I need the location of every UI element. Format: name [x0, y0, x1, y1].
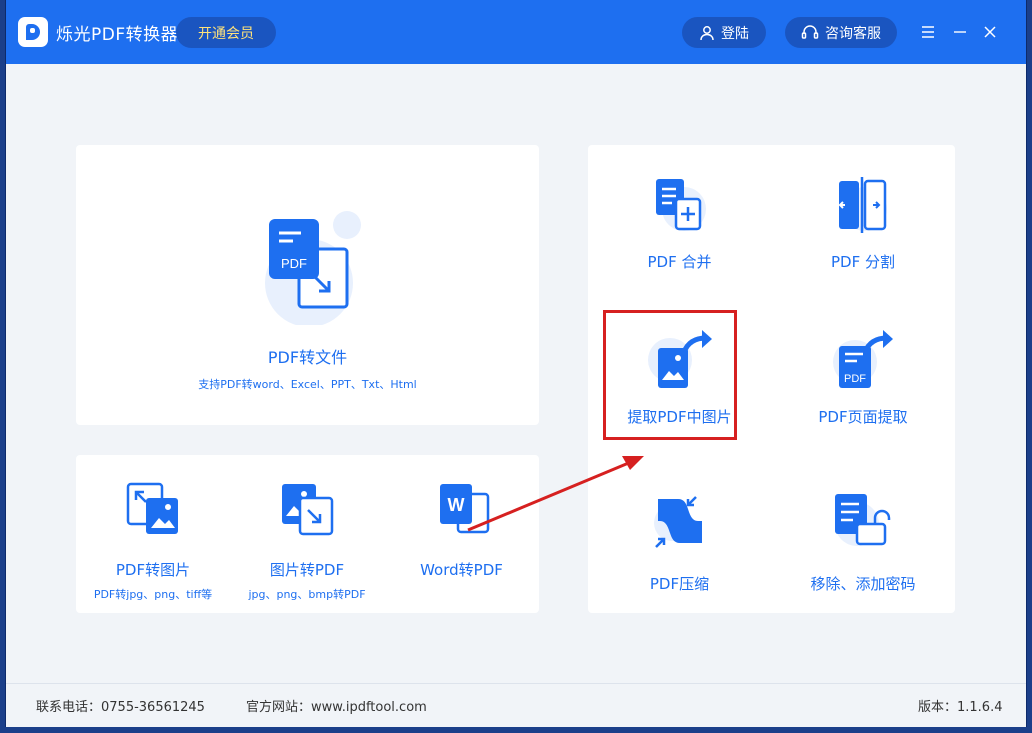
login-button[interactable]: 登陆 — [682, 17, 766, 48]
image-conversion-card: PDF转图片 PDF转jpg、png、tiff等 图片转PDF jpg、png、… — [76, 455, 539, 613]
pdf-to-file-icon: PDF — [265, 211, 361, 325]
pdf-page-extract-icon: PDF — [833, 330, 893, 388]
version-info: 版本：1.1.6.4 — [918, 700, 1003, 715]
login-label: 登陆 — [721, 25, 749, 42]
pdf-to-image-tool[interactable]: PDF转图片 PDF转jpg、png、tiff等 — [76, 455, 230, 613]
user-icon — [700, 25, 714, 40]
customer-service-button[interactable]: 咨询客服 — [785, 17, 897, 48]
word-icon-text: W — [448, 495, 465, 515]
vip-button[interactable]: 开通会员 — [176, 17, 276, 48]
pdf-icon-text: PDF — [281, 256, 307, 271]
app-title: 烁光PDF转换器 — [56, 25, 179, 45]
password-label: 移除、添加密码 — [810, 575, 916, 593]
pdf-split-tool[interactable]: PDF 分割 — [771, 145, 955, 295]
image-to-pdf-label: 图片转PDF — [269, 561, 345, 579]
app-window: 烁光PDF转换器 开通会员 登陆 咨询客服 PDF PDF转文件 支持PDF转w… — [6, 0, 1026, 727]
pdf-to-file-sublabel: 支持PDF转word、Excel、PPT、Txt、Html — [198, 378, 417, 391]
image-to-pdf-sublabel: jpg、png、bmp转PDF — [248, 588, 366, 601]
close-icon[interactable] — [978, 20, 1002, 44]
pdf-page-extract-label: PDF页面提取 — [818, 408, 908, 426]
contact-phone: 联系电话：0755-36561245 — [36, 700, 205, 715]
headset-icon — [801, 24, 819, 39]
title-bar: 烁光PDF转换器 开通会员 登陆 咨询客服 — [6, 0, 1026, 64]
pdf-to-image-label: PDF转图片 — [115, 561, 191, 579]
pdf-compress-icon — [654, 496, 702, 548]
password-tool[interactable]: 移除、添加密码 — [771, 455, 955, 613]
menu-icon[interactable] — [916, 20, 940, 44]
pdf-to-file-card[interactable]: PDF PDF转文件 支持PDF转word、Excel、PPT、Txt、Html — [76, 145, 539, 425]
pdf-page-extract-tool[interactable]: PDF PDF页面提取 — [771, 295, 955, 455]
word-to-pdf-label: Word转PDF — [420, 561, 503, 579]
annotation-highlight-box — [603, 310, 737, 440]
pdf-compress-tool[interactable]: PDF压缩 — [588, 455, 771, 613]
pdf-merge-icon — [656, 179, 706, 231]
pdf-page-icon-text: PDF — [844, 373, 866, 385]
pdf-to-image-icon — [126, 482, 178, 534]
official-website[interactable]: 官方网站：www.ipdftool.com — [246, 696, 427, 715]
pdf-to-image-sublabel: PDF转jpg、png、tiff等 — [93, 588, 213, 601]
image-to-pdf-icon — [282, 484, 334, 536]
footer: 联系电话：0755-36561245 官方网站：www.ipdftool.com… — [6, 683, 1026, 727]
pdf-split-label: PDF 分割 — [831, 253, 895, 271]
lock-icon — [835, 494, 891, 546]
pdf-merge-tool[interactable]: PDF 合并 — [588, 145, 771, 295]
app-logo-icon — [18, 17, 48, 47]
pdf-to-file-label: PDF转文件 — [267, 348, 348, 367]
pdf-split-icon — [838, 177, 887, 233]
word-to-pdf-icon: W — [440, 484, 490, 534]
pdf-merge-label: PDF 合并 — [647, 253, 712, 271]
pdf-compress-label: PDF压缩 — [649, 575, 710, 593]
word-to-pdf-tool[interactable]: W Word转PDF — [384, 455, 539, 613]
minimize-icon[interactable] — [948, 20, 972, 44]
image-to-pdf-tool[interactable]: 图片转PDF jpg、png、bmp转PDF — [230, 455, 384, 613]
customer-service-label: 咨询客服 — [825, 25, 881, 42]
